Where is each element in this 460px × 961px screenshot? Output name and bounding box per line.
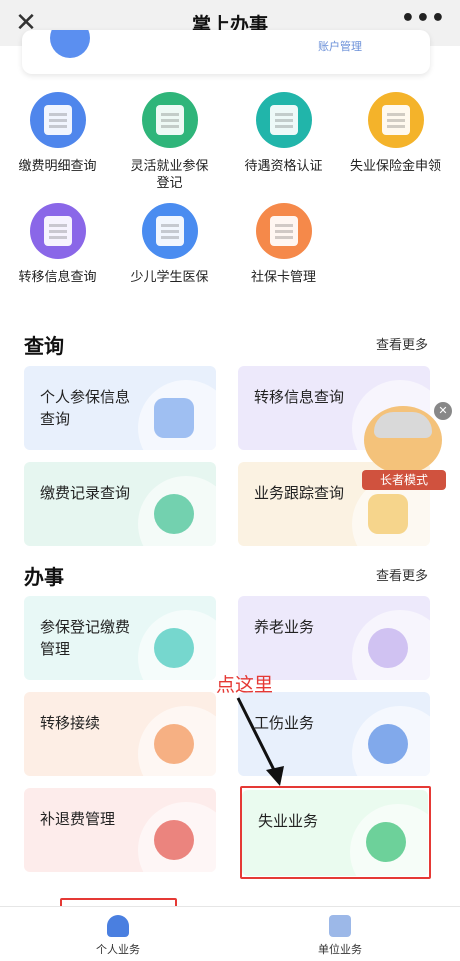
tile-label: 养老业务 bbox=[254, 618, 315, 636]
annotation-arrow-icon bbox=[236, 697, 284, 786]
account-icon bbox=[50, 30, 90, 58]
account-card[interactable]: 账户管理 bbox=[22, 30, 430, 74]
query-section-title: 查询 bbox=[24, 334, 64, 358]
tile-label: 转移信息查询 bbox=[254, 388, 345, 406]
close-icon[interactable]: ✕ bbox=[434, 402, 452, 420]
service-card-management[interactable]: 社保卡管理 bbox=[226, 203, 341, 286]
insurance-doc-icon bbox=[154, 398, 194, 438]
service-label: 失业保险金申领 bbox=[349, 159, 441, 174]
service-label: 少儿学生医保 bbox=[130, 270, 209, 285]
tile-personal-insurance-query[interactable]: 个人参保信息查询 bbox=[24, 366, 216, 450]
tracking-doc-icon bbox=[368, 494, 408, 534]
bank-card-icon bbox=[255, 203, 312, 259]
tile-label: 参保登记缴费管理 bbox=[40, 618, 131, 658]
elder-mode-badge[interactable]: 长者模式 ✕ bbox=[360, 402, 452, 490]
service-student-medical[interactable]: 少儿学生医保 bbox=[112, 203, 227, 286]
tasks-more-link[interactable]: 查看更多 bbox=[376, 565, 428, 584]
service-payment-detail[interactable]: 缴费明细查询 bbox=[0, 92, 115, 175]
exchange-icon bbox=[154, 724, 194, 764]
id-verify-icon bbox=[255, 92, 312, 148]
tile-label: 缴费记录查询 bbox=[40, 484, 131, 502]
service-label: 待遇资格认证 bbox=[244, 159, 323, 174]
service-label: 缴费明细查询 bbox=[18, 159, 97, 174]
tile-refund-management[interactable]: 补退费管理 bbox=[24, 788, 216, 872]
elderly-person-icon bbox=[368, 628, 408, 668]
service-transfer-query[interactable]: 转移信息查询 bbox=[0, 203, 115, 286]
tile-label: 补退费管理 bbox=[40, 810, 116, 828]
nav-unit-business[interactable]: 单位业务 bbox=[280, 915, 400, 957]
account-card-label: 账户管理 bbox=[318, 40, 362, 53]
more-options-icon[interactable]: ••• bbox=[401, 6, 446, 31]
document-upload-icon bbox=[367, 92, 424, 148]
service-label: 转移信息查询 bbox=[18, 270, 97, 285]
refund-icon bbox=[154, 820, 194, 860]
tile-payment-record-query[interactable]: 缴费记录查询 bbox=[24, 462, 216, 546]
elder-mode-label: 长者模式 bbox=[362, 470, 446, 490]
tile-transfer-continuation[interactable]: 转移接续 bbox=[24, 692, 216, 776]
tile-pension-business[interactable]: 养老业务 bbox=[238, 596, 430, 680]
service-qualification-cert[interactable]: 待遇资格认证 bbox=[226, 92, 341, 175]
hand-coin-icon bbox=[154, 494, 194, 534]
nav-personal-business[interactable]: 个人业务 bbox=[58, 915, 178, 957]
annotation-text: 点这里 bbox=[216, 674, 274, 696]
nav-label: 个人业务 bbox=[96, 943, 140, 956]
elderly-couple-icon bbox=[364, 406, 442, 474]
tile-label: 转移接续 bbox=[40, 714, 101, 732]
receipt-search-icon bbox=[29, 92, 86, 148]
injury-person-icon bbox=[368, 724, 408, 764]
service-unemployment-claim[interactable]: 失业保险金申领 bbox=[338, 92, 453, 175]
nav-label: 单位业务 bbox=[318, 943, 362, 956]
tile-label: 业务跟踪查询 bbox=[254, 484, 345, 502]
query-more-link[interactable]: 查看更多 bbox=[376, 334, 428, 353]
tile-registration-payment[interactable]: 参保登记缴费管理 bbox=[24, 596, 216, 680]
tasks-section-title: 办事 bbox=[24, 565, 64, 589]
edit-form-icon bbox=[141, 92, 198, 148]
money-bag-icon bbox=[154, 628, 194, 668]
bottom-nav: 个人业务 单位业务 bbox=[0, 906, 460, 961]
unemployment-highlight-box bbox=[240, 786, 431, 879]
building-icon bbox=[329, 915, 351, 937]
service-label: 灵活就业参保登记 bbox=[130, 159, 209, 191]
service-flexible-employment[interactable]: 灵活就业参保登记 bbox=[112, 92, 227, 192]
person-icon bbox=[107, 915, 129, 937]
tile-label: 个人参保信息查询 bbox=[40, 388, 131, 428]
service-label: 社保卡管理 bbox=[250, 270, 316, 285]
student-card-icon bbox=[141, 203, 198, 259]
transfer-share-icon bbox=[29, 203, 86, 259]
